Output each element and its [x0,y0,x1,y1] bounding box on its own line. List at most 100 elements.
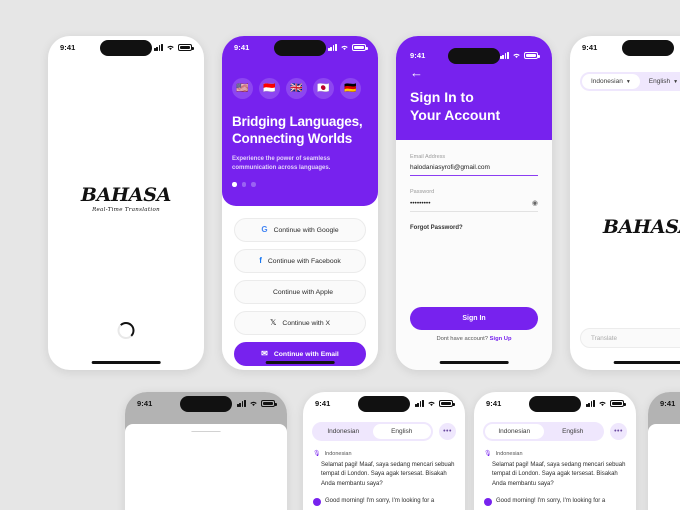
battery-icon [439,399,455,407]
avatar [484,497,492,506]
home-indicator [439,361,509,364]
carousel-dots [222,173,378,187]
onboarding-title-line2: Connecting Worlds [232,131,353,147]
eye-icon[interactable]: ◉ [532,199,538,207]
status-icons [328,43,368,51]
chat-header: Indonesian English ••• [303,414,465,441]
back-arrow-icon[interactable]: ← [410,66,538,79]
loading-spinner-icon [117,322,135,339]
wifi-icon [250,401,257,406]
forgot-password-link[interactable]: Forgot Password? [410,225,538,231]
message-language-label: Indonesian [324,450,352,457]
status-bar: 9:41 [648,392,680,414]
email-field[interactable]: halodaniasyrofi@gmail.com [410,164,538,176]
language-switcher: Indonesian ▼ English ▼ [570,58,680,91]
signal-icon [154,43,163,51]
onboarding-title-line1: Bridging Languages, [232,114,363,129]
flag-row: 🇺🇸 🇮🇩 🇬🇧 🇯🇵 🇩🇪 [222,58,378,99]
message-translation: Good morning! I'm sorry, I'm looking for… [313,497,455,506]
password-field[interactable]: ••••••••• ◉ [410,199,538,212]
signal-icon [328,43,337,51]
x-icon: 𝕏 [269,318,277,327]
language-switcher: Indonesian English ••• [483,422,627,441]
language-chip-group: Indonesian English [483,422,604,441]
chat-header: Indonesian English ••• [474,414,636,441]
status-bar: 9:41 [570,36,680,58]
wifi-icon [428,401,435,406]
source-language-chip[interactable]: Indonesian [314,424,373,439]
sheet-grabber[interactable] [191,431,221,432]
carousel-dot-1[interactable] [232,182,237,187]
target-language-chip[interactable]: English [372,424,431,439]
signal-icon [500,51,509,59]
phone-translate: 9:41 Indonesian ▼ English ▼ BAHAS Transl… [570,36,680,370]
status-icons [586,399,626,407]
signin-submit-button[interactable]: Sign In [410,307,538,330]
onboarding-subtitle-line2: communication across languages. [232,164,331,171]
continue-with-google-button[interactable]: G Continue with Google [234,218,366,242]
message-original-text: Selamat pagi! Maaf, saya sedang mencari … [321,462,455,487]
chevron-down-icon: ▼ [625,78,631,85]
onboarding-subtitle-line1: Experience the power of seamless [232,155,331,162]
signin-header: 9:41 ← Sign In to Your Account [396,36,552,140]
wifi-icon [513,53,520,58]
signup-link[interactable]: Sign Up [490,336,512,342]
status-time: 9:41 [486,398,502,408]
more-options-icon[interactable]: ••• [439,423,456,440]
flag-icon-gb: 🇬🇧 [286,78,307,99]
microphone-icon: 🎙 [484,451,492,457]
status-icons [154,43,194,51]
dynamic-island [180,396,232,412]
battery-icon [352,43,368,51]
home-indicator [265,361,335,364]
phone-select-language: 9:41 Select Language Search Language Ind… [125,392,287,510]
home-indicator [91,361,161,364]
status-bar: 9:41 [48,36,204,58]
continue-with-email-label: Continue with Email [273,350,339,358]
language-switcher: Indonesian English ••• [312,422,456,441]
source-language-chip[interactable]: Indonesian [485,424,544,439]
google-icon: G [261,225,268,234]
select-language-sheet: Select Language Search Language Indonesi… [648,424,680,432]
battery-icon [610,399,626,407]
more-options-icon[interactable]: ••• [610,423,627,440]
status-icons [415,399,455,407]
language-chip-group: Indonesian English [312,422,433,441]
message-language-row: 🎙 Indonesian [484,450,626,458]
target-language-chip[interactable]: English [544,424,603,439]
carousel-dot-3[interactable] [251,182,256,187]
signup-prompt: Dont have account? Sign Up [396,336,552,342]
app-logo: BAHASA [570,216,680,238]
status-time: 9:41 [234,42,250,52]
auth-button-list: G Continue with Google f Continue with F… [222,206,378,366]
password-field-value: ••••••••• [410,199,431,207]
translate-input[interactable]: Translate [580,328,680,348]
phone-onboarding: 9:41 🇺🇸 🇮🇩 🇬🇧 🇯🇵 🇩🇪 Bridging Languages, … [222,36,378,370]
avatar [313,497,321,506]
chat-screen: 9:41 Indonesian English ••• 🎙 Indonesian… [303,392,465,510]
select-language-screen: 9:41 Select Language Search Language Ind… [648,392,680,432]
onboarding-subtitle: Experience the power of seamless communi… [222,148,378,174]
select-language-screen: 9:41 Select Language Search Language Ind… [125,392,287,432]
splash-screen: 9:41 BAHASA Real-Time Translation [48,36,204,370]
status-time: 9:41 [582,42,598,52]
status-icons [237,399,277,407]
chat-message: 🎙 Indonesian Selamat pagi! Maaf, saya se… [474,441,636,506]
continue-with-apple-button[interactable]: Continue with Apple [234,280,366,304]
source-language-chip[interactable]: Indonesian ▼ [582,74,640,89]
continue-with-x-button[interactable]: 𝕏 Continue with X [234,311,366,335]
dynamic-island [100,40,152,56]
logo-tagline: Real-Time Translation [92,207,160,213]
phone-chat-indonesian: 9:41 Indonesian English ••• 🎙 Indonesian… [474,392,636,510]
onboarding-title: Bridging Languages, Connecting Worlds [222,99,378,148]
continue-with-google-label: Continue with Google [273,226,339,234]
carousel-dot-2[interactable] [241,182,246,187]
status-time: 9:41 [660,398,676,408]
continue-with-facebook-button[interactable]: f Continue with Facebook [234,249,366,273]
app-logo: BAHASA Real-Time Translation [48,184,204,213]
battery-icon [524,51,540,59]
wifi-icon [167,45,174,50]
target-language-chip[interactable]: English ▼ [640,74,680,89]
signin-screen: 9:41 ← Sign In to Your Account Email Add… [396,36,552,370]
status-bar: 9:41 [125,392,287,414]
